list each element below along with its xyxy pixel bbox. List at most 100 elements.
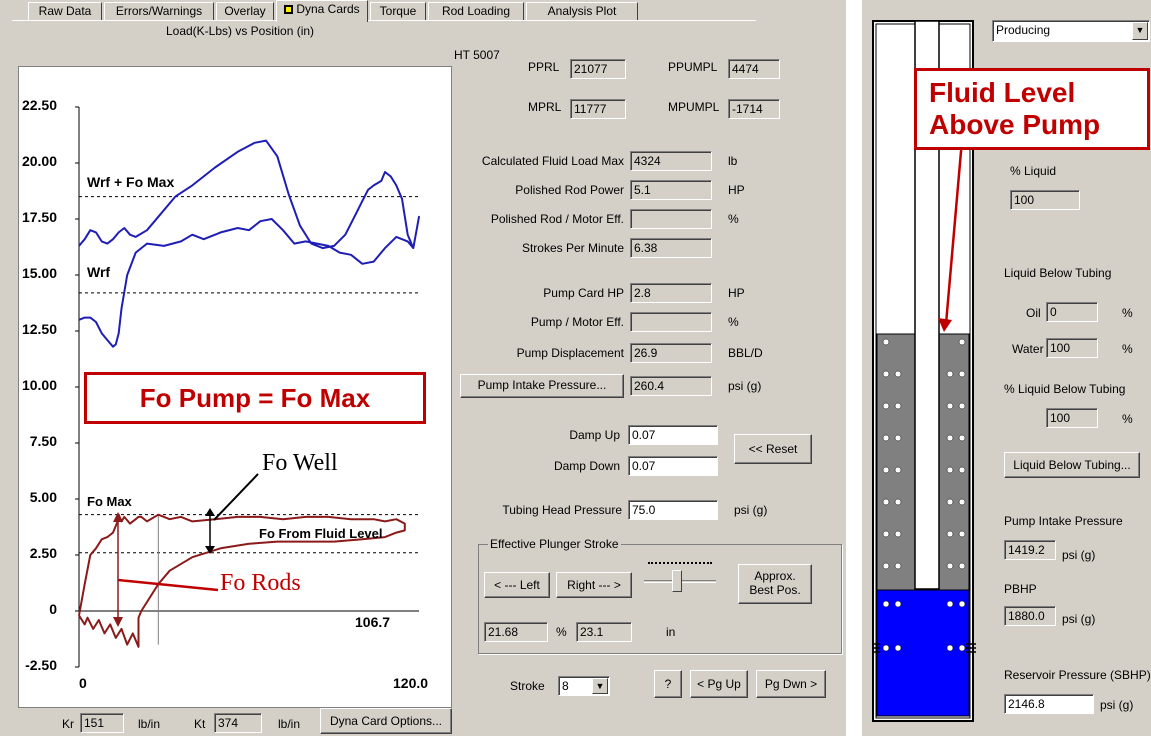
row-label: Pump Card HP: [543, 286, 624, 300]
right-pip-unit: psi (g): [1062, 548, 1096, 562]
liquid-below-tubing-label: Liquid Below Tubing: [1004, 266, 1112, 280]
water-label: Water: [1012, 342, 1044, 356]
plunger-pct-label: %: [556, 625, 567, 639]
y-tick-label: 10.00: [21, 377, 57, 393]
chevron-down-icon[interactable]: ▼: [1132, 22, 1148, 40]
mprl-field: 11777: [570, 99, 626, 119]
dyna-card-options-button[interactable]: Dyna Card Options...: [320, 708, 452, 734]
sbhp-unit: psi (g): [1100, 698, 1134, 712]
chart-title: Load(K-Lbs) vs Position (in): [165, 24, 315, 38]
mprl-label: MPRL: [528, 100, 562, 114]
pbhp-unit: psi (g): [1062, 612, 1096, 626]
stroke-select[interactable]: 8 ▼: [558, 676, 610, 696]
fo-fluid-label: Fo From Fluid Level: [259, 526, 383, 541]
tab-analysis-plot[interactable]: Analysis Plot: [526, 2, 638, 20]
row-unit: %: [728, 212, 739, 226]
tab-raw-data[interactable]: Raw Data: [28, 2, 102, 20]
y-tick-label: 17.50: [21, 209, 57, 225]
x-start-label: 0: [79, 675, 87, 691]
help-button[interactable]: ?: [654, 670, 682, 698]
page-up-button[interactable]: < Pg Up: [690, 670, 748, 698]
well-status-value: Producing: [996, 23, 1051, 37]
pprl-label: PPRL: [528, 60, 560, 74]
tab-errors-warnings[interactable]: Errors/Warnings: [104, 2, 214, 20]
reservoir-fluid: [876, 589, 970, 717]
pct-liquid-below-tubing-label: % Liquid Below Tubing: [1004, 382, 1126, 396]
thp-unit: psi (g): [734, 503, 768, 517]
pump-intake-pressure-field: 260.4: [630, 376, 712, 396]
right-pip-label: Pump Intake Pressure: [1004, 514, 1123, 528]
fo-pump-callout: Fo Pump = Fo Max: [84, 372, 426, 424]
tab-bar: Raw Data Errors/Warnings Overlay Dyna Ca…: [12, 0, 756, 22]
liquid-below-tubing-button[interactable]: Liquid Below Tubing...: [1004, 452, 1140, 478]
plunger-right-field: 23.1: [576, 622, 632, 642]
dyna-cards-icon: [284, 5, 294, 14]
row-unit: %: [728, 315, 739, 329]
damp-up-input[interactable]: 0.07: [628, 425, 718, 445]
wrf-fo-max-label: Wrf + Fo Max: [87, 174, 175, 190]
reset-button[interactable]: << Reset: [734, 434, 812, 464]
plunger-slider[interactable]: [640, 560, 722, 600]
y-tick-label: 22.50: [21, 97, 57, 113]
row-label: Calculated Fluid Load Max: [481, 154, 624, 168]
chevron-down-icon[interactable]: ▼: [592, 678, 608, 694]
pbhp-label: PBHP: [1004, 582, 1037, 596]
slider-ticks: [648, 562, 712, 568]
kr-unit: lb/in: [138, 717, 161, 731]
kr-field: 151: [80, 713, 124, 733]
damp-down-label: Damp Down: [553, 459, 620, 473]
row-unit: HP: [728, 286, 745, 300]
oil-field: 0: [1046, 302, 1098, 322]
y-tick-label: 15.00: [21, 265, 57, 281]
wrf-label: Wrf: [87, 264, 111, 280]
oil-unit: %: [1122, 306, 1133, 320]
kr-label: Kr: [62, 717, 74, 731]
strokes-per-minute-field: 6.38: [630, 238, 712, 258]
y-tick-label: 20.00: [21, 153, 57, 169]
left-button[interactable]: < --- Left: [484, 572, 550, 598]
pip-unit: psi (g): [728, 379, 762, 393]
pbhp-field: 1880.0: [1004, 606, 1056, 626]
ppumpl-label: PPUMPL: [668, 60, 718, 74]
row-label: Polished Rod Power: [515, 183, 624, 197]
pct-liquid-below-tubing-unit: %: [1122, 412, 1133, 426]
row-unit: HP: [728, 183, 745, 197]
approx-best-pos-button[interactable]: Approx. Best Pos.: [738, 564, 812, 604]
well-status-select[interactable]: Producing ▼: [992, 20, 1150, 42]
fo-rods-label: Fo Rods: [220, 570, 301, 596]
thp-label: Tubing Head Pressure: [502, 503, 622, 517]
kt-label: Kt: [194, 717, 206, 731]
damp-down-input[interactable]: 0.07: [628, 456, 718, 476]
y-tick-label: 12.50: [21, 321, 57, 337]
fo-well-label: Fo Well: [262, 450, 338, 476]
fluid-load-max-field: 4324: [630, 151, 712, 171]
row-label: Polished Rod / Motor Eff.: [490, 212, 624, 226]
fluid-level-text: Fluid Level Above Pump: [929, 77, 1101, 140]
y-tick-label: 5.00: [29, 489, 57, 505]
fluid-level-callout: Fluid Level Above Pump: [914, 68, 1150, 150]
pct-liquid-label: % Liquid: [1010, 164, 1057, 178]
tab-rod-loading[interactable]: Rod Loading: [428, 2, 524, 20]
tubing-head-pressure-input[interactable]: 75.0: [628, 500, 718, 520]
y-tick-label: 2.50: [29, 545, 57, 561]
x-end-label: 120.0: [393, 675, 429, 691]
right-button[interactable]: Right --- >: [556, 572, 632, 598]
polished-rod-motor-eff-field: [630, 209, 712, 229]
tab-torque[interactable]: Torque: [370, 2, 426, 20]
row-unit: BBL/D: [728, 346, 763, 360]
tab-dyna-cards[interactable]: Dyna Cards: [276, 0, 368, 22]
page-down-button[interactable]: Pg Dwn >: [756, 670, 826, 698]
surface-end-label: 106.7: [355, 614, 391, 630]
row-label: Pump Displacement: [516, 346, 624, 360]
pct-liquid-field: 100: [1010, 190, 1080, 210]
pump-intake-pressure-button[interactable]: Pump Intake Pressure...: [460, 374, 624, 398]
sbhp-input[interactable]: 2146.8: [1004, 694, 1094, 714]
row-label: Pump / Motor Eff.: [530, 315, 624, 329]
kt-unit: lb/in: [278, 717, 301, 731]
y-tick-label: -2.50: [25, 657, 57, 673]
well-id: HT 5007: [454, 48, 500, 62]
slider-thumb[interactable]: [672, 570, 682, 592]
plunger-left-field: 21.68: [484, 622, 548, 642]
tab-overlay[interactable]: Overlay: [216, 2, 274, 20]
mpumpl-label: MPUMPL: [668, 100, 720, 114]
